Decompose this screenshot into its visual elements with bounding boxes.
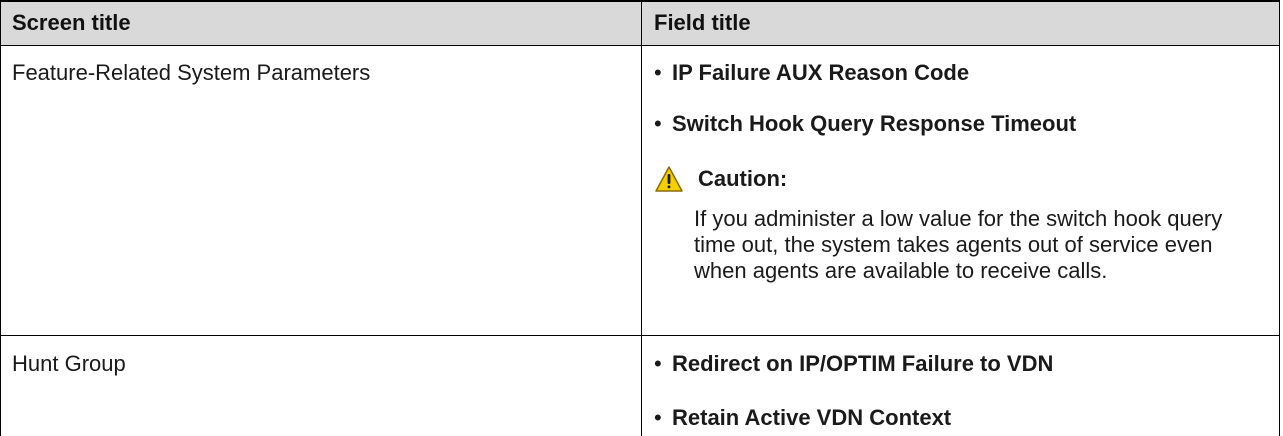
caution-triangle-icon [655,166,683,192]
row-2-field-1: • Redirect on IP/OPTIM Failure to VDN [654,351,1053,377]
bullet: • [654,60,662,85]
bullet: • [654,351,662,376]
bullet: • [654,111,662,136]
field-label: Switch Hook Query Response Timeout [672,111,1077,136]
table-border-top [0,0,1280,2]
caution-text: If you administer a low value for the sw… [694,206,1223,283]
table-border-column-divider [641,0,642,436]
row-2-field-2: • Retain Active VDN Context [654,405,951,431]
field-label: Redirect on IP/OPTIM Failure to VDN [672,351,1054,376]
parameters-table: Screen title Field title Feature-Related… [0,0,1283,436]
table-border-row-divider [0,335,1280,336]
table-border-left [0,0,1,436]
row-1-field-2: • Switch Hook Query Response Timeout [654,111,1076,137]
caution-note: Caution: [654,162,787,196]
field-label: IP Failure AUX Reason Code [672,60,970,85]
header-field-title: Field title [654,10,751,35]
header-screen-title: Screen title [12,10,131,35]
bullet: • [654,405,662,430]
table-border-header-bottom [0,45,1280,46]
table-header-background [1,1,1279,46]
row-1-field-1: • IP Failure AUX Reason Code [654,60,969,86]
field-label: Retain Active VDN Context [672,405,952,430]
table-border-right [1279,0,1280,436]
row-1-screen-title: Feature-Related System Parameters [12,60,371,85]
row-2-screen-title: Hunt Group [12,351,126,376]
caution-label: Caution: [698,166,788,191]
